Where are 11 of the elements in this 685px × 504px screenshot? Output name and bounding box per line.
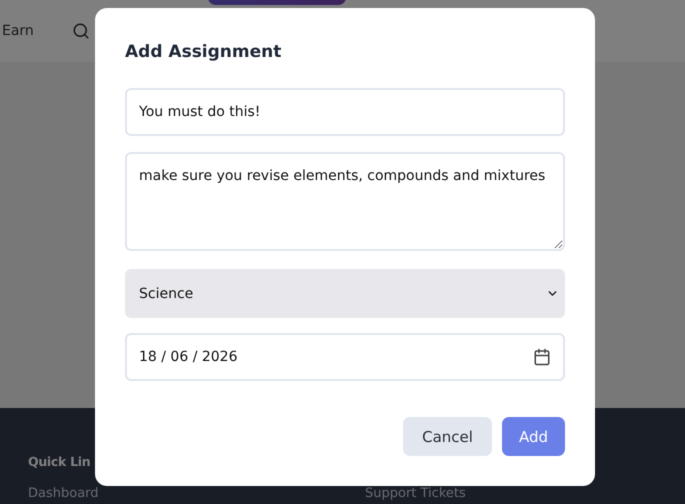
title-field[interactable]: You must do this! <box>125 88 565 136</box>
subject-select[interactable]: Science <box>125 269 565 318</box>
description-field[interactable]: make sure you revise elements, compounds and mixtures <box>125 152 565 251</box>
dialog-title: Add Assignment <box>125 42 282 62</box>
add-button[interactable]: Add <box>502 417 565 456</box>
cancel-button[interactable]: Cancel <box>403 417 492 456</box>
due-date-field[interactable]: 18 / 06 / 2026 <box>125 333 565 381</box>
nav-link[interactable]: Earn <box>2 23 34 39</box>
search-icon[interactable] <box>72 22 90 40</box>
footer-heading: Quick Lin <box>28 454 92 471</box>
calendar-icon[interactable] <box>533 348 551 366</box>
